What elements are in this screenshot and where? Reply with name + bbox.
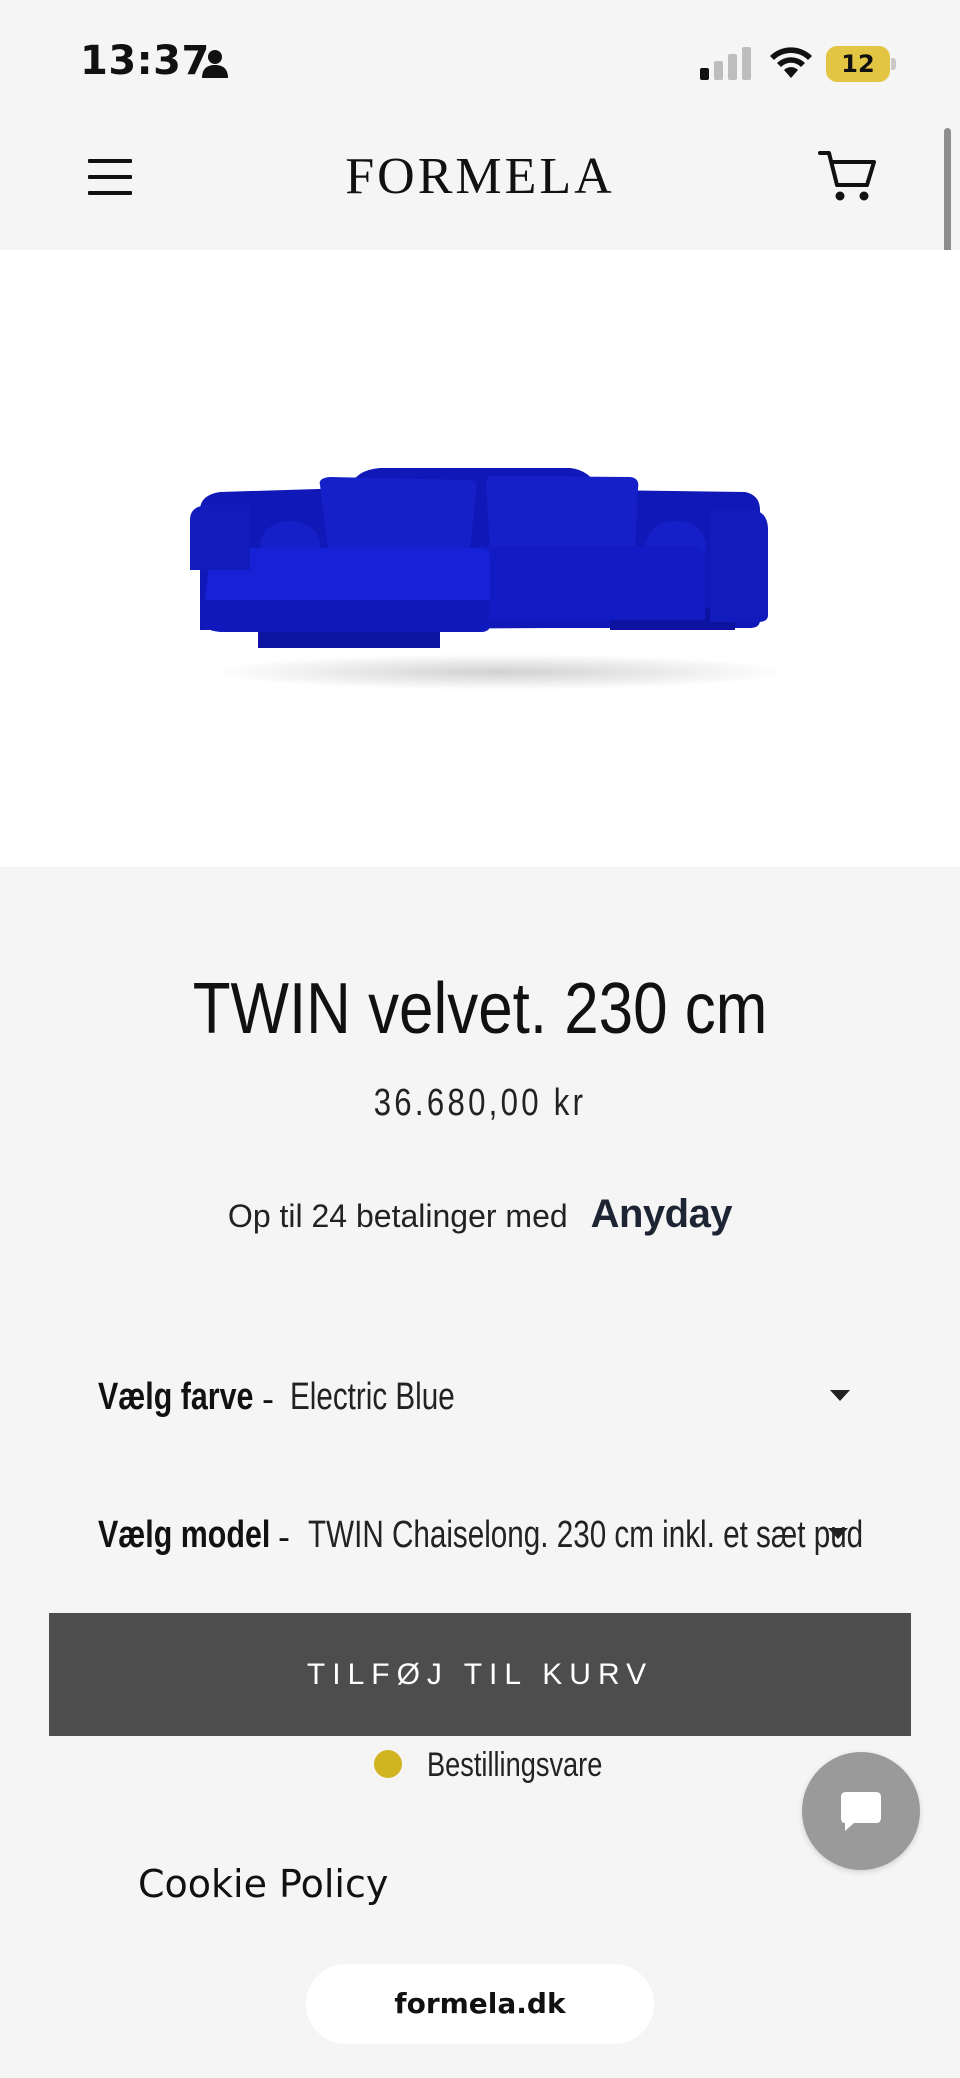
status-bar: 13:37 12 [0, 0, 960, 125]
chevron-down-icon [828, 1528, 848, 1539]
add-to-cart-button[interactable]: TILFØJ TIL KURV [49, 1613, 911, 1736]
cellular-signal-icon [700, 47, 751, 80]
color-select-label: Vælg farve [98, 1376, 254, 1418]
battery-level: 12 [841, 50, 875, 78]
chat-button[interactable] [802, 1752, 920, 1870]
wifi-icon [770, 47, 812, 78]
installments-text: Op til 24 betalinger med [227, 1198, 568, 1234]
stock-status-text: Bestillingsvare [427, 1746, 603, 1784]
sofa-image [190, 468, 790, 690]
model-select-separator: - [278, 1516, 290, 1557]
model-select[interactable]: Vælg model - TWIN Chaiselong. 230 cm ink… [98, 1504, 863, 1564]
chevron-down-icon [830, 1390, 850, 1401]
color-select-value: Electric Blue [290, 1376, 455, 1418]
cookie-policy-link[interactable]: Cookie Policy [138, 1862, 388, 1906]
color-select[interactable]: Vælg farve - Electric Blue [98, 1366, 858, 1426]
site-header: FORMELA [0, 125, 960, 250]
browser-url-bar[interactable]: formela.dk [306, 1964, 654, 2044]
installments-row[interactable]: Op til 24 betalinger med Anyday [0, 1192, 960, 1237]
cart-icon[interactable] [818, 147, 878, 207]
model-select-label: Vælg model [98, 1514, 271, 1556]
battery-indicator: 12 [826, 46, 896, 82]
battery-cap [891, 58, 896, 70]
product-price: 36.680,00 kr [373, 1082, 587, 1124]
product-image[interactable] [0, 250, 960, 867]
stock-status-dot [374, 1750, 402, 1778]
status-time: 13:37 [80, 38, 210, 84]
color-select-separator: - [262, 1378, 274, 1419]
product-title: TWIN velvet. 230 cm [192, 969, 768, 1049]
chat-bubble-icon [841, 1792, 881, 1831]
anyday-logo: Anyday [590, 1192, 733, 1236]
site-logo[interactable]: FORMELA [0, 147, 960, 206]
person-icon [202, 50, 228, 78]
model-select-value: TWIN Chaiselong. 230 cm inkl. et sæt pud [308, 1514, 864, 1556]
